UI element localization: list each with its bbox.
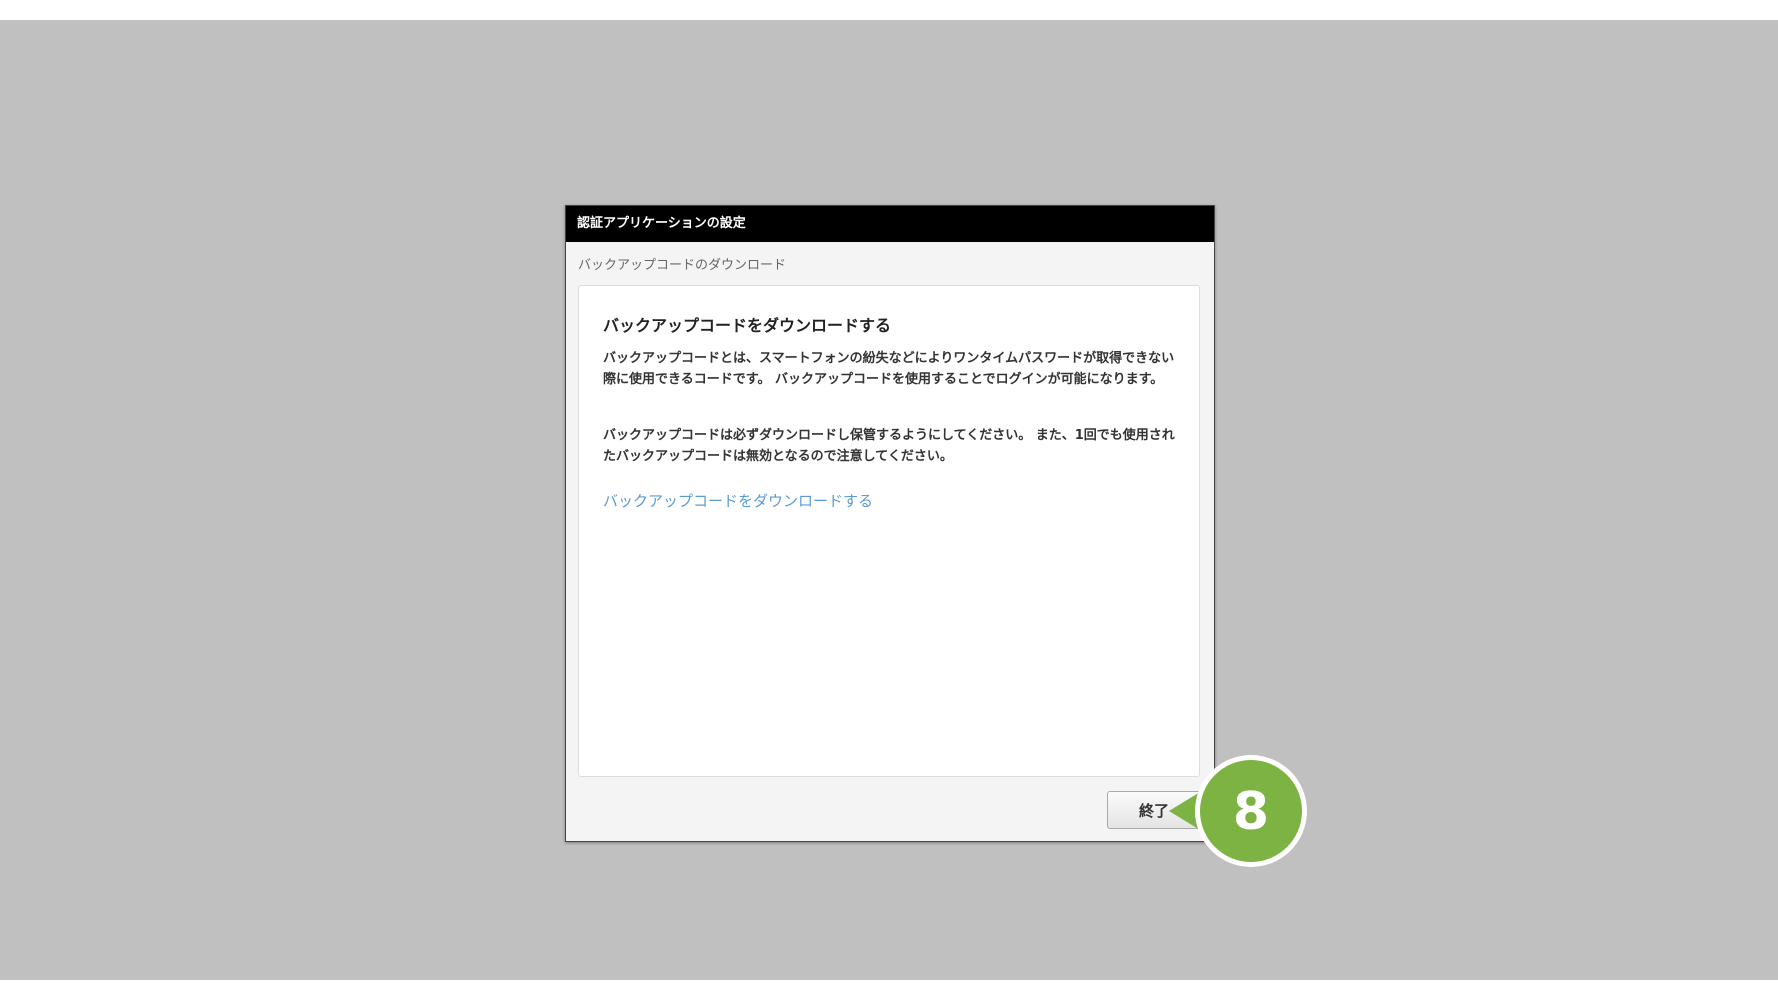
- marker-number: 8: [1233, 782, 1269, 842]
- step-label: バックアップコードのダウンロード: [578, 258, 787, 273]
- download-backup-code-link[interactable]: バックアップコードをダウンロードする: [603, 490, 873, 511]
- backup-code-description: バックアップコードとは、スマートフォンの紛失などによりワンタイムパスワードが取得…: [603, 351, 1175, 387]
- modal-backdrop: 認証アプリケーションの設定 バックアップコードのダウンロード バックアップコード…: [0, 20, 1778, 980]
- auth-app-setup-dialog: 認証アプリケーションの設定 バックアップコードのダウンロード バックアップコード…: [565, 205, 1215, 842]
- backup-code-warning: バックアップコードは必ずダウンロードし保管するようにしてください。 また、1回で…: [603, 428, 1175, 464]
- step-8-marker: 8: [1169, 755, 1307, 867]
- dialog-title: 認証アプリケーションの設定: [566, 206, 1214, 242]
- content-panel: バックアップコードをダウンロードする バックアップコードとは、スマートフォンの紛…: [578, 285, 1200, 777]
- panel-heading: バックアップコードをダウンロードする: [603, 316, 892, 335]
